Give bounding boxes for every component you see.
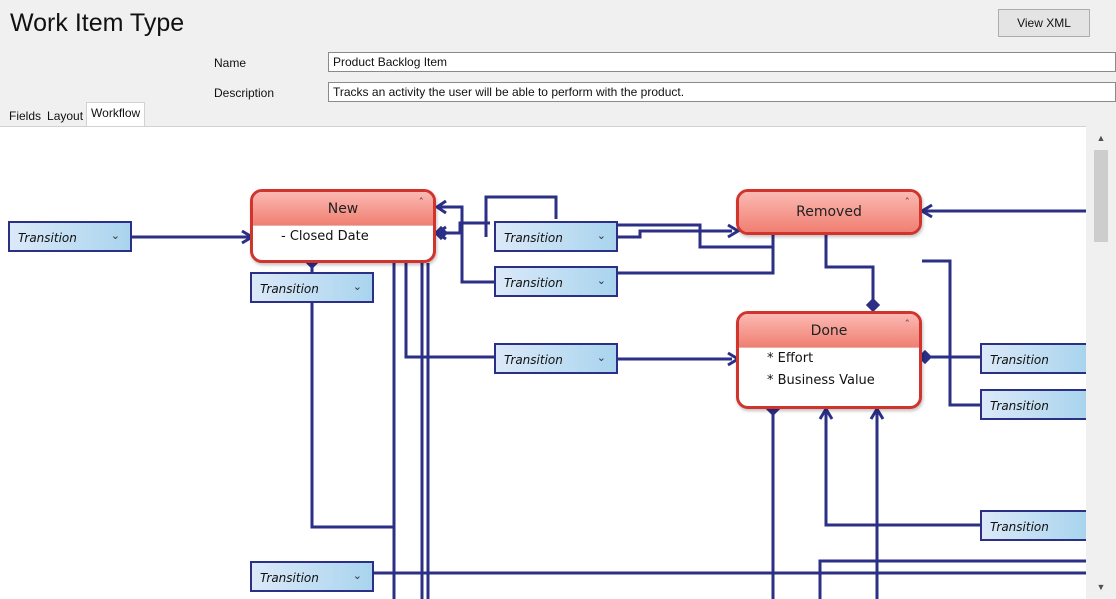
tab-layout[interactable]: Layout	[44, 105, 86, 126]
vertical-scrollbar[interactable]: ▲ ▼	[1086, 126, 1116, 599]
state-fields: * Effort * Business Value	[739, 347, 919, 393]
connector	[404, 263, 494, 359]
expand-icon[interactable]: ⌄	[597, 229, 606, 242]
collapse-icon[interactable]: ˆ	[419, 196, 425, 209]
transition-box[interactable]: Transition ⌄	[250, 561, 374, 592]
transition-label: Transition	[504, 353, 563, 367]
state-header: Removed ˆ	[739, 192, 919, 232]
transition-box[interactable]: Transition	[980, 343, 1086, 374]
header: Work Item Type View XML Name Product Bac…	[0, 0, 1116, 126]
connector	[618, 229, 732, 239]
scroll-up-arrow-icon[interactable]: ▲	[1086, 130, 1116, 146]
expand-icon[interactable]: ⌄	[111, 229, 120, 242]
transition-label: Transition	[504, 276, 563, 290]
state-header: New ˆ	[253, 192, 433, 225]
state-name: Removed	[796, 204, 862, 220]
transition-label: Transition	[990, 353, 1049, 367]
collapse-icon[interactable]: ˆ	[905, 318, 911, 331]
state-fields: - Closed Date	[253, 225, 433, 248]
transition-box[interactable]: Transition ⌄	[494, 343, 618, 374]
name-field[interactable]: Product Backlog Item	[328, 52, 1116, 72]
description-label: Description	[214, 86, 275, 100]
expand-icon[interactable]: ⌄	[353, 280, 362, 293]
workflow-canvas[interactable]: New ˆ - Closed Date Removed ˆ Done ˆ * E…	[0, 126, 1086, 599]
scroll-down-arrow-icon[interactable]: ▼	[1086, 579, 1116, 595]
scroll-thumb[interactable]	[1094, 150, 1108, 242]
connector	[818, 559, 1086, 599]
transition-box[interactable]: Transition	[980, 389, 1086, 420]
view-xml-button[interactable]: View XML	[998, 9, 1090, 37]
transition-box[interactable]: Transition	[980, 510, 1086, 541]
description-field[interactable]: Tracks an activity the user will be able…	[328, 82, 1116, 102]
connector	[922, 259, 952, 359]
state-done[interactable]: Done ˆ * Effort * Business Value	[736, 311, 922, 409]
expand-icon[interactable]: ⌄	[597, 351, 606, 364]
expand-icon[interactable]: ⌄	[353, 569, 362, 582]
state-field: * Business Value	[767, 373, 875, 388]
connector	[310, 301, 394, 529]
connector	[618, 235, 775, 275]
transition-box[interactable]: Transition ⌄	[494, 266, 618, 297]
collapse-icon[interactable]: ˆ	[905, 196, 911, 209]
transition-label: Transition	[504, 231, 563, 245]
connector-diamond	[865, 297, 881, 313]
state-field: * Effort	[739, 347, 919, 370]
connector	[824, 412, 980, 527]
state-new[interactable]: New ˆ - Closed Date	[250, 189, 436, 263]
transition-label: Transition	[990, 520, 1049, 534]
connector	[824, 235, 875, 301]
transition-box[interactable]: Transition ⌄	[494, 221, 618, 252]
state-removed[interactable]: Removed ˆ	[736, 189, 922, 235]
transition-box[interactable]: Transition ⌄	[250, 272, 374, 303]
name-label: Name	[214, 56, 247, 70]
transition-label: Transition	[260, 282, 319, 296]
state-header: Done ˆ	[739, 314, 919, 347]
transition-label: Transition	[18, 231, 77, 245]
tab-workflow[interactable]: Workflow	[86, 102, 146, 126]
state-name: Done	[810, 322, 848, 339]
connector	[948, 357, 980, 407]
transition-label: Transition	[990, 399, 1049, 413]
tab-strip: Fields Layout Workflow	[6, 102, 146, 126]
tab-fields[interactable]: Fields	[6, 105, 44, 126]
page-title: Work Item Type	[10, 9, 185, 37]
transition-box[interactable]: Transition ⌄	[8, 221, 132, 252]
expand-icon[interactable]: ⌄	[597, 274, 606, 287]
state-name: New	[327, 200, 359, 217]
transition-label: Transition	[260, 571, 319, 585]
state-field: - Closed Date	[253, 225, 433, 248]
